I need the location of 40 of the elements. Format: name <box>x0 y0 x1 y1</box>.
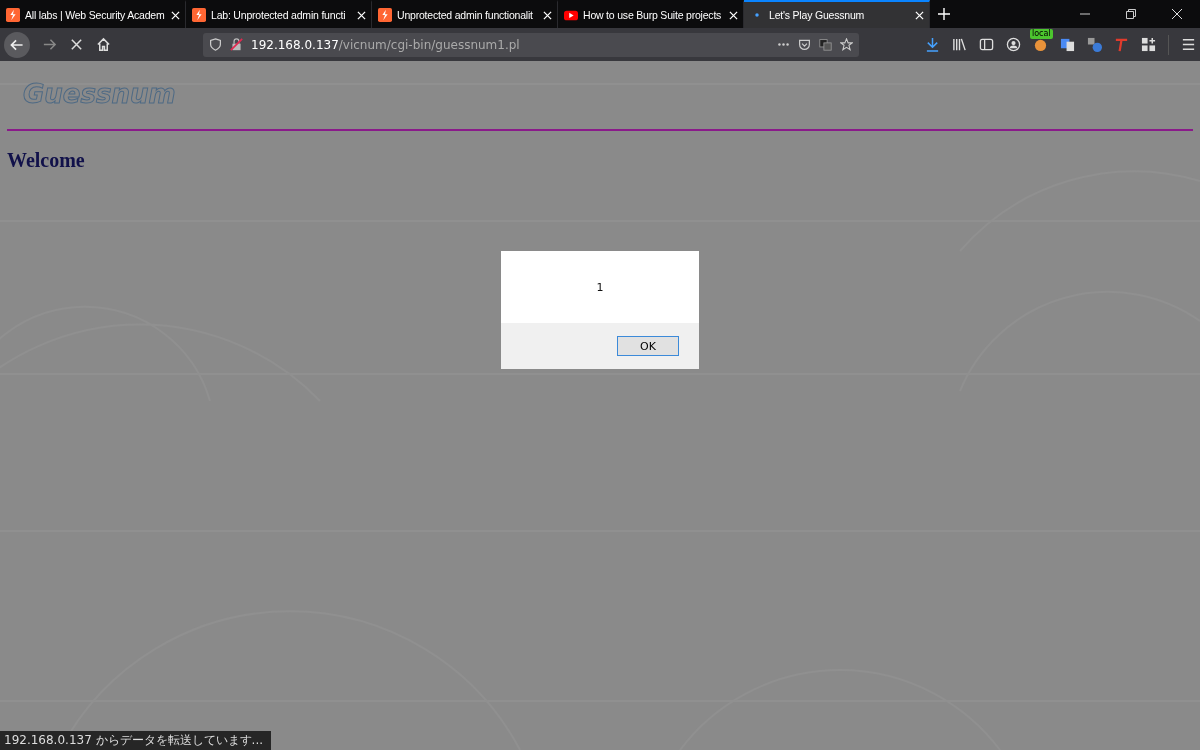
url-text: 192.168.0.137/vicnum/cgi-bin/guessnum1.pl <box>251 37 520 52</box>
sidebar-icon[interactable] <box>979 37 994 52</box>
translate-icon[interactable] <box>819 38 832 51</box>
stop-icon[interactable] <box>69 37 84 52</box>
tab-title: How to use Burp Suite projects <box>583 9 723 21</box>
extension-badge: local <box>1030 29 1053 39</box>
translate-icon[interactable] <box>1060 37 1075 52</box>
new-tab-icon[interactable] <box>938 8 950 20</box>
dialog-message: 1 <box>596 280 604 294</box>
lightning-icon <box>378 8 392 22</box>
address-bar[interactable]: 192.168.0.137/vicnum/cgi-bin/guessnum1.pl <box>203 32 859 57</box>
download-icon[interactable] <box>925 37 940 52</box>
browser-tab[interactable]: Let's Play Guessnum <box>744 0 930 28</box>
tab-title: Unprotected admin functionalit <box>397 9 534 21</box>
translate-icon[interactable] <box>1087 37 1102 52</box>
close-icon[interactable] <box>1172 9 1182 19</box>
t-icon[interactable] <box>1114 37 1129 52</box>
tab-title: All labs | Web Security Academ <box>25 9 166 21</box>
restore-icon[interactable] <box>1126 9 1136 19</box>
forward-icon[interactable] <box>42 37 57 52</box>
lightning-icon <box>6 8 20 22</box>
back-icon[interactable] <box>4 31 30 58</box>
pocket-icon[interactable] <box>798 38 811 51</box>
extension-icon[interactable] <box>1033 37 1048 52</box>
star-icon[interactable] <box>840 38 853 51</box>
ok-button[interactable]: OK <box>617 336 679 356</box>
menu-icon[interactable] <box>1181 37 1196 52</box>
lightning-icon <box>192 8 206 22</box>
shield-icon <box>209 38 222 51</box>
tab-title: Lab: Unprotected admin functi <box>211 9 347 21</box>
status-bar: 192.168.0.137 からデータを転送しています... <box>0 731 272 750</box>
account-icon[interactable] <box>1006 37 1021 52</box>
tab-title: Let's Play Guessnum <box>769 9 866 21</box>
library-icon[interactable] <box>952 37 967 52</box>
insecure-lock-icon <box>230 38 243 51</box>
page-heading: Welcome <box>7 149 85 172</box>
site-logo: Guessnum <box>23 79 176 109</box>
home-icon[interactable] <box>96 37 111 52</box>
grid-icon[interactable] <box>1141 37 1156 52</box>
play-icon <box>564 8 578 22</box>
